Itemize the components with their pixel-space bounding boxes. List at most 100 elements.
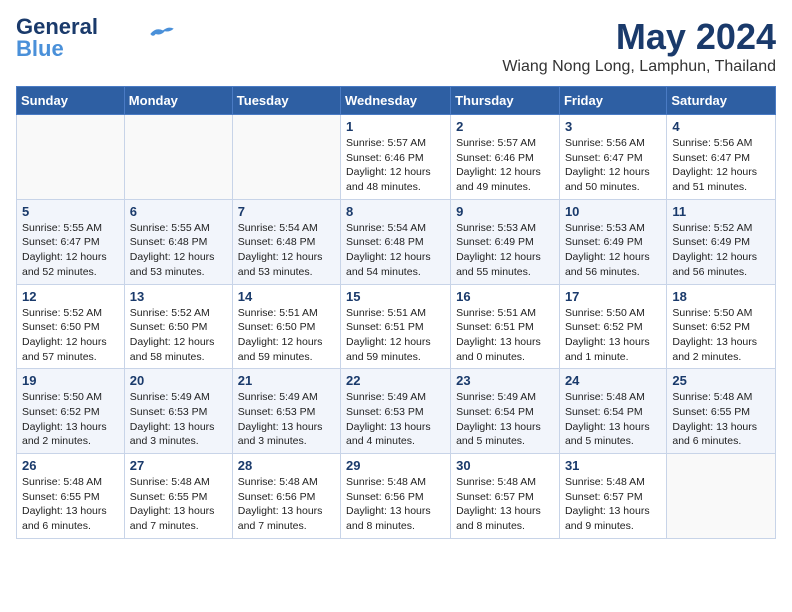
day-number: 18 [672, 289, 770, 304]
day-info: Sunrise: 5:51 AM Sunset: 6:51 PM Dayligh… [456, 306, 554, 365]
day-number: 20 [130, 373, 227, 388]
day-number: 24 [565, 373, 661, 388]
day-number: 25 [672, 373, 770, 388]
day-number: 19 [22, 373, 119, 388]
day-info: Sunrise: 5:53 AM Sunset: 6:49 PM Dayligh… [456, 221, 554, 280]
calendar-cell: 4Sunrise: 5:56 AM Sunset: 6:47 PM Daylig… [667, 115, 776, 200]
month-title: May 2024 [502, 16, 776, 58]
calendar-cell: 5Sunrise: 5:55 AM Sunset: 6:47 PM Daylig… [17, 199, 125, 284]
calendar-cell: 1 Sunrise: 5:57 AM Sunset: 6:46 PM Daylig… [341, 115, 451, 200]
day-number: 9 [456, 204, 554, 219]
day-number: 29 [346, 458, 445, 473]
day-info: Sunrise: 5:50 AM Sunset: 6:52 PM Dayligh… [672, 306, 770, 365]
calendar-table: SundayMondayTuesdayWednesdayThursdayFrid… [16, 86, 776, 539]
day-info: Sunrise: 5:48 AM Sunset: 6:55 PM Dayligh… [672, 390, 770, 449]
day-info: Sunrise: 5:56 AM Sunset: 6:47 PM Dayligh… [565, 136, 661, 195]
calendar-cell: 22 Sunrise: 5:49 AM Sunset: 6:53 PM Dayli… [341, 369, 451, 454]
calendar-cell: 25 Sunrise: 5:48 AM Sunset: 6:55 PM Dayli… [667, 369, 776, 454]
calendar-cell: 2 Sunrise: 5:57 AM Sunset: 6:46 PM Daylig… [451, 115, 560, 200]
location: Wiang Nong Long, Lamphun, Thailand [502, 58, 776, 76]
calendar-cell: 24Sunrise: 5:48 AM Sunset: 6:54 PM Dayli… [559, 369, 666, 454]
day-info: Sunrise: 5:48 AM Sunset: 6:57 PM Dayligh… [456, 475, 554, 534]
weekday-header-friday: Friday [559, 87, 666, 115]
day-info: Sunrise: 5:48 AM Sunset: 6:56 PM Dayligh… [238, 475, 335, 534]
day-info: Sunrise: 5:51 AM Sunset: 6:50 PM Dayligh… [238, 306, 335, 365]
weekday-header-wednesday: Wednesday [341, 87, 451, 115]
day-info: Sunrise: 5:48 AM Sunset: 6:55 PM Dayligh… [22, 475, 119, 534]
calendar-cell [17, 115, 125, 200]
day-number: 7 [238, 204, 335, 219]
day-number: 6 [130, 204, 227, 219]
day-info: Sunrise: 5:48 AM Sunset: 6:55 PM Dayligh… [130, 475, 227, 534]
calendar-cell: 10 Sunrise: 5:53 AM Sunset: 6:49 PM Dayli… [559, 199, 666, 284]
calendar-cell [232, 115, 340, 200]
day-info: Sunrise: 5:49 AM Sunset: 6:53 PM Dayligh… [346, 390, 445, 449]
day-number: 13 [130, 289, 227, 304]
calendar-cell: 9 Sunrise: 5:53 AM Sunset: 6:49 PM Daylig… [451, 199, 560, 284]
day-number: 28 [238, 458, 335, 473]
day-info: Sunrise: 5:55 AM Sunset: 6:48 PM Dayligh… [130, 221, 227, 280]
day-info: Sunrise: 5:49 AM Sunset: 6:53 PM Dayligh… [130, 390, 227, 449]
day-number: 22 [346, 373, 445, 388]
calendar-cell: 29 Sunrise: 5:48 AM Sunset: 6:56 PM Dayli… [341, 454, 451, 539]
calendar-week-row: 26Sunrise: 5:48 AM Sunset: 6:55 PM Dayli… [17, 454, 776, 539]
day-number: 14 [238, 289, 335, 304]
calendar-cell: 13Sunrise: 5:52 AM Sunset: 6:50 PM Dayli… [124, 284, 232, 369]
calendar-cell [667, 454, 776, 539]
day-info: Sunrise: 5:48 AM Sunset: 6:56 PM Dayligh… [346, 475, 445, 534]
calendar-cell: 31 Sunrise: 5:48 AM Sunset: 6:57 PM Dayli… [559, 454, 666, 539]
calendar-cell: 23Sunrise: 5:49 AM Sunset: 6:54 PM Dayli… [451, 369, 560, 454]
day-number: 4 [672, 119, 770, 134]
calendar-cell: 3 Sunrise: 5:56 AM Sunset: 6:47 PM Daylig… [559, 115, 666, 200]
weekday-header-saturday: Saturday [667, 87, 776, 115]
day-number: 3 [565, 119, 661, 134]
day-number: 1 [346, 119, 445, 134]
calendar-cell: 17Sunrise: 5:50 AM Sunset: 6:52 PM Dayli… [559, 284, 666, 369]
weekday-header-monday: Monday [124, 87, 232, 115]
day-info: Sunrise: 5:53 AM Sunset: 6:49 PM Dayligh… [565, 221, 661, 280]
logo-text: GeneralBlue [16, 16, 98, 60]
day-number: 2 [456, 119, 554, 134]
day-info: Sunrise: 5:54 AM Sunset: 6:48 PM Dayligh… [238, 221, 335, 280]
day-number: 15 [346, 289, 445, 304]
calendar-cell: 15 Sunrise: 5:51 AM Sunset: 6:51 PM Dayli… [341, 284, 451, 369]
calendar-cell: 12 Sunrise: 5:52 AM Sunset: 6:50 PM Dayli… [17, 284, 125, 369]
day-info: Sunrise: 5:50 AM Sunset: 6:52 PM Dayligh… [22, 390, 119, 449]
weekday-header-row: SundayMondayTuesdayWednesdayThursdayFrid… [17, 87, 776, 115]
weekday-header-sunday: Sunday [17, 87, 125, 115]
logo-bird-icon [148, 25, 176, 43]
day-info: Sunrise: 5:52 AM Sunset: 6:50 PM Dayligh… [22, 306, 119, 365]
day-number: 21 [238, 373, 335, 388]
day-info: Sunrise: 5:57 AM Sunset: 6:46 PM Dayligh… [456, 136, 554, 195]
title-area: May 2024 Wiang Nong Long, Lamphun, Thail… [502, 16, 776, 76]
page-header: GeneralBlue May 2024 Wiang Nong Long, La… [16, 16, 776, 76]
calendar-cell: 21 Sunrise: 5:49 AM Sunset: 6:53 PM Dayli… [232, 369, 340, 454]
calendar-header: SundayMondayTuesdayWednesdayThursdayFrid… [17, 87, 776, 115]
calendar-cell: 6 Sunrise: 5:55 AM Sunset: 6:48 PM Daylig… [124, 199, 232, 284]
calendar-cell [124, 115, 232, 200]
day-number: 11 [672, 204, 770, 219]
day-number: 12 [22, 289, 119, 304]
calendar-cell: 16 Sunrise: 5:51 AM Sunset: 6:51 PM Dayli… [451, 284, 560, 369]
day-info: Sunrise: 5:49 AM Sunset: 6:53 PM Dayligh… [238, 390, 335, 449]
calendar-week-row: 12 Sunrise: 5:52 AM Sunset: 6:50 PM Dayli… [17, 284, 776, 369]
day-info: Sunrise: 5:57 AM Sunset: 6:46 PM Dayligh… [346, 136, 445, 195]
day-number: 27 [130, 458, 227, 473]
calendar-cell: 28 Sunrise: 5:48 AM Sunset: 6:56 PM Dayli… [232, 454, 340, 539]
day-number: 10 [565, 204, 661, 219]
calendar-body: 1 Sunrise: 5:57 AM Sunset: 6:46 PM Daylig… [17, 115, 776, 539]
day-info: Sunrise: 5:48 AM Sunset: 6:57 PM Dayligh… [565, 475, 661, 534]
day-number: 16 [456, 289, 554, 304]
day-number: 31 [565, 458, 661, 473]
day-number: 5 [22, 204, 119, 219]
calendar-cell: 27 Sunrise: 5:48 AM Sunset: 6:55 PM Dayli… [124, 454, 232, 539]
day-number: 8 [346, 204, 445, 219]
day-number: 23 [456, 373, 554, 388]
logo: GeneralBlue [16, 16, 176, 60]
calendar-cell: 20 Sunrise: 5:49 AM Sunset: 6:53 PM Dayli… [124, 369, 232, 454]
day-info: Sunrise: 5:52 AM Sunset: 6:49 PM Dayligh… [672, 221, 770, 280]
calendar-week-row: 19 Sunrise: 5:50 AM Sunset: 6:52 PM Dayli… [17, 369, 776, 454]
calendar-cell: 11 Sunrise: 5:52 AM Sunset: 6:49 PM Dayli… [667, 199, 776, 284]
day-info: Sunrise: 5:51 AM Sunset: 6:51 PM Dayligh… [346, 306, 445, 365]
calendar-week-row: 1 Sunrise: 5:57 AM Sunset: 6:46 PM Daylig… [17, 115, 776, 200]
